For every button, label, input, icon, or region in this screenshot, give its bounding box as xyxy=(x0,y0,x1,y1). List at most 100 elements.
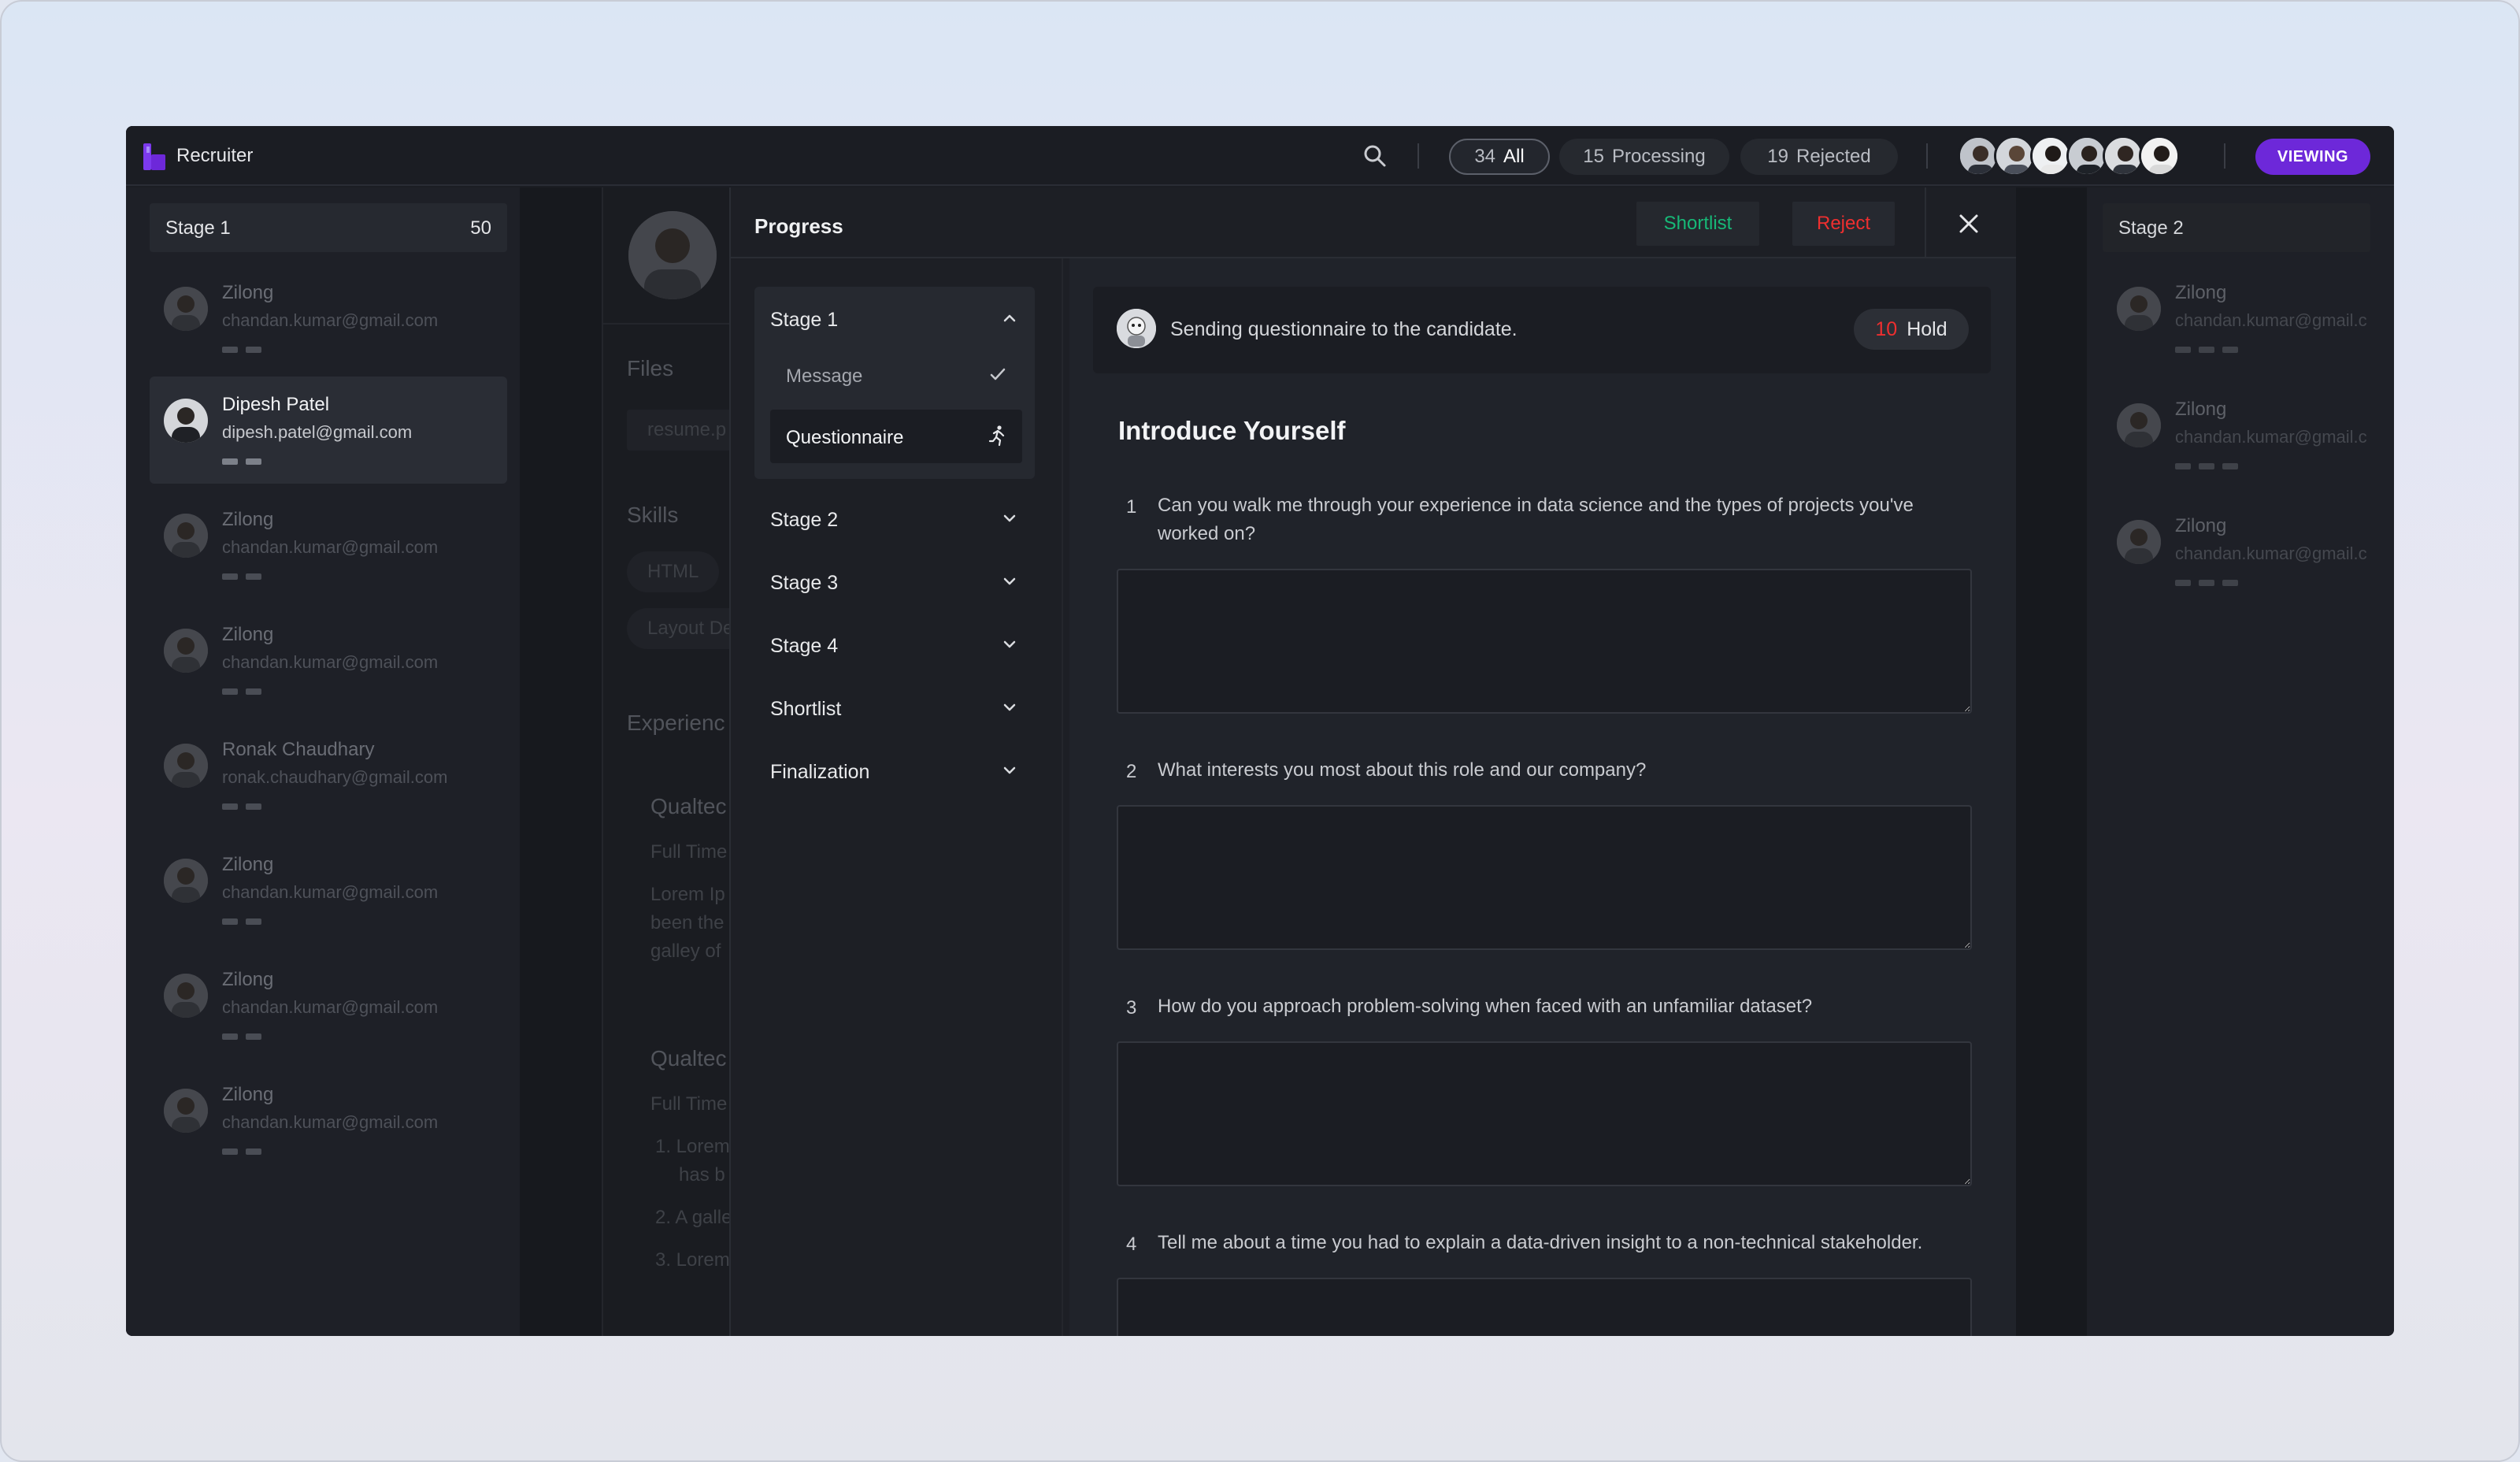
job-desc: has b xyxy=(679,1164,725,1186)
app-window: Recruiter 34 All 15 Processing 19 Reject… xyxy=(126,126,2394,1336)
candidate-name: Zilong xyxy=(222,282,274,303)
stage-progress-dots xyxy=(2175,347,2238,353)
candidate-card[interactable]: Zilong chandan.kumar@gmail.com xyxy=(150,952,507,1059)
question-text: Can you walk me through your experience … xyxy=(1158,495,1914,544)
search-icon[interactable] xyxy=(1361,142,1389,170)
questionnaire-content: Sending questionnaire to the candidate. … xyxy=(1069,258,2018,1336)
candidate-card[interactable]: Ronak Chaudhary ronak.chaudhary@gmail.com xyxy=(150,722,507,829)
filter-rejected-pill[interactable]: 19 Rejected xyxy=(1740,139,1898,175)
stage-progress-dots xyxy=(222,803,261,810)
avatar xyxy=(164,1089,208,1133)
candidate-card[interactable]: Dipesh Patel dipesh.patel@gmail.com xyxy=(150,377,507,484)
stage1-column: Stage 1 50 Zilong chandan.kumar@gmail.com… xyxy=(126,187,520,1336)
avatar xyxy=(2117,403,2161,447)
avatar xyxy=(164,287,208,331)
avatar xyxy=(164,399,208,443)
app-brand-name: Recruiter xyxy=(176,145,254,166)
recruiter-logo-icon xyxy=(143,143,165,170)
avatar[interactable] xyxy=(2139,135,2180,176)
sub-item-message[interactable]: Message xyxy=(770,348,1022,402)
candidate-card[interactable]: Zilong chandan.kumar@gmail.com xyxy=(150,837,507,944)
answer-field[interactable] xyxy=(1117,1041,1972,1186)
candidate-card[interactable]: Zilong chandan.kumar@gmail.c xyxy=(2103,381,2386,488)
candidate-name: Zilong xyxy=(2175,399,2227,420)
job-desc: been the xyxy=(650,912,724,933)
avatar[interactable] xyxy=(1994,135,2035,176)
candidate-name: Zilong xyxy=(2175,515,2227,536)
shortlist-button[interactable]: Shortlist xyxy=(1636,202,1759,246)
nav-label: Shortlist xyxy=(770,698,842,720)
candidate-email: chandan.kumar@gmail.c xyxy=(2175,310,2367,330)
stage-progress-dots xyxy=(2175,463,2238,469)
avatar xyxy=(164,514,208,558)
sub-label: Message xyxy=(786,366,863,387)
question-text: How do you approach problem-solving when… xyxy=(1158,996,1813,1017)
divider xyxy=(1062,258,1063,1336)
experience-heading: Experienc xyxy=(627,711,725,735)
candidate-card[interactable]: Zilong chandan.kumar@gmail.com xyxy=(150,607,507,714)
chevron-down-icon xyxy=(1003,577,1016,585)
avatar[interactable] xyxy=(1958,135,1999,176)
status-banner: Sending questionnaire to the candidate. … xyxy=(1093,287,1991,373)
stage2-column: Stage 2 Zilong chandan.kumar@gmail.c Zilon… xyxy=(2087,187,2394,1336)
nav-stage-3[interactable]: Stage 3 xyxy=(770,558,1019,605)
status-text: Sending questionnaire to the candidate. xyxy=(1170,318,1518,340)
question-text: What interests you most about this role … xyxy=(1158,759,1647,781)
sub-label: Questionnaire xyxy=(786,427,904,448)
avatar[interactable] xyxy=(2030,135,2071,176)
nav-stage-1[interactable]: Stage 1 xyxy=(770,295,1019,342)
chevron-up-icon xyxy=(1003,314,1016,322)
nav-label: Stage 3 xyxy=(770,572,839,594)
reject-button[interactable]: Reject xyxy=(1792,202,1895,246)
filter-all-pill[interactable]: 34 All xyxy=(1449,139,1550,175)
candidate-card[interactable]: Zilong chandan.kumar@gmail.com xyxy=(150,265,507,372)
candidate-name: Dipesh Patel xyxy=(222,394,330,415)
candidate-name: Zilong xyxy=(222,624,274,645)
job-company: Qualtec xyxy=(650,1046,727,1071)
candidate-card[interactable]: Zilong chandan.kumar@gmail.c xyxy=(2103,265,2386,372)
answer-field[interactable] xyxy=(1117,569,1972,714)
candidate-card[interactable]: Zilong chandan.kumar@gmail.com xyxy=(150,1067,507,1174)
candidate-name: Zilong xyxy=(222,969,274,990)
nav-finalization[interactable]: Finalization xyxy=(770,747,1019,794)
filter-count: 15 xyxy=(1583,146,1604,167)
stage2-header: Stage 2 xyxy=(2103,203,2370,252)
stage-progress-dots xyxy=(222,1148,261,1155)
filter-processing-pill[interactable]: 15 Processing xyxy=(1559,139,1729,175)
viewing-badge[interactable]: VIEWING xyxy=(2255,139,2370,175)
candidate-email: chandan.kumar@gmail.com xyxy=(222,882,439,902)
stage-progress-dots xyxy=(2175,580,2238,586)
candidate-name: Zilong xyxy=(222,1084,274,1105)
candidate-email: chandan.kumar@gmail.com xyxy=(222,997,439,1017)
hold-badge[interactable]: 10 Hold xyxy=(1854,309,1969,350)
hold-count: 10 xyxy=(1875,317,1898,340)
question-number: 1 xyxy=(1126,496,1137,518)
skill-chip: HTML xyxy=(627,551,720,592)
answer-field[interactable] xyxy=(1117,1278,1972,1336)
divider xyxy=(1925,187,1926,258)
answer-field[interactable] xyxy=(1117,805,1972,950)
job-desc: 2. A galle xyxy=(655,1207,732,1228)
question-text: Tell me about a time you had to explain … xyxy=(1158,1232,1923,1253)
stage-progress-dots xyxy=(222,347,261,353)
chevron-down-icon xyxy=(1003,703,1016,711)
avatar[interactable] xyxy=(2103,135,2144,176)
close-icon[interactable] xyxy=(1955,210,1983,238)
viewer-avatars[interactable] xyxy=(1958,135,2180,176)
nav-stage-4[interactable]: Stage 4 xyxy=(770,621,1019,668)
avatar xyxy=(164,859,208,903)
avatar[interactable] xyxy=(2066,135,2107,176)
candidate-email: ronak.chaudhary@gmail.com xyxy=(222,767,448,787)
overlay-strip xyxy=(2016,187,2087,1336)
sub-item-questionnaire[interactable]: Questionnaire xyxy=(770,410,1022,463)
candidate-card[interactable]: Zilong chandan.kumar@gmail.c xyxy=(2103,498,2386,605)
skills-heading: Skills xyxy=(627,503,679,527)
candidate-card[interactable]: Zilong chandan.kumar@gmail.com xyxy=(150,492,507,599)
nav-label: Finalization xyxy=(770,761,870,783)
candidate-email: chandan.kumar@gmail.com xyxy=(222,310,439,330)
nav-shortlist[interactable]: Shortlist xyxy=(770,684,1019,731)
candidate-email: chandan.kumar@gmail.com xyxy=(222,1112,439,1132)
chevron-down-icon xyxy=(1003,640,1016,648)
nav-stage-2[interactable]: Stage 2 xyxy=(770,495,1019,542)
job-desc: 3. Lorem xyxy=(655,1249,730,1271)
